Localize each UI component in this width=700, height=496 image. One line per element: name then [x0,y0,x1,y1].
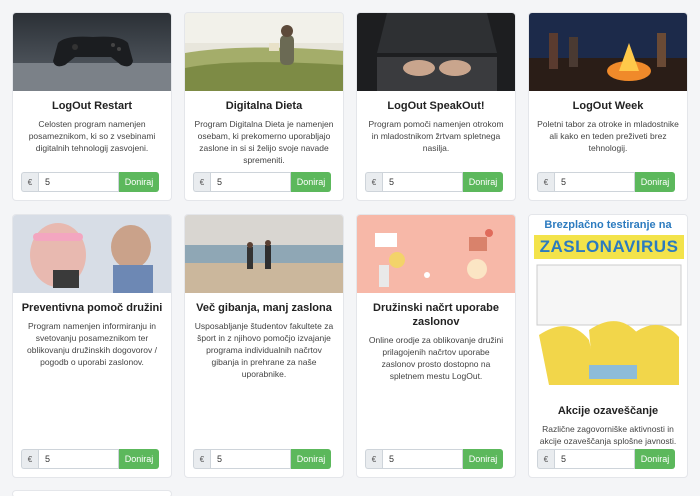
zaslonavirus-poster: Brezplačno testiranje na ZASLONAVIRUS [529,215,687,400]
donate-group: € Doniraj [529,449,687,477]
program-description: Usposabljanje študentov fakultete za špo… [194,321,334,379]
gamepad-photo [13,13,171,91]
donate-group: € Doniraj [357,172,515,200]
donate-button[interactable]: Doniraj [635,172,675,192]
donation-amount-input[interactable] [210,449,291,469]
program-card-logout-week: LogOut Week Poletni tabor za otroke in m… [528,12,688,201]
euro-addon: € [21,172,38,192]
program-card-vec-gibanja: Več gibanja, manj zaslona Usposabljanje … [184,214,344,478]
euro-addon: € [365,172,382,192]
program-description: Program pomoči namenjen otrokom in mlado… [368,119,504,153]
poster-heading: Brezplačno testiranje na [544,219,672,231]
program-description: Različne zagovorniške aktivnosti in akci… [539,424,677,446]
donate-group: € Doniraj [13,449,171,477]
donate-group: € Doniraj [185,172,343,200]
program-description: Program namenjen informiranju in svetova… [27,321,157,367]
beach-running-photo [185,215,343,293]
donate-group: € Doniraj [185,449,343,477]
program-description: Poletni tabor za otroke in mladostnike a… [537,119,679,153]
poster-title: ZASLONAVIRUS [534,235,684,259]
euro-addon: € [193,172,210,192]
program-grid-row2: Preventivna pomoč družini Program namenj… [12,214,688,478]
program-card-preventivna: Preventivna pomoč družini Program namenj… [12,214,172,478]
kids-tablet-photo [13,215,171,293]
euro-addon: € [537,449,554,469]
euro-addon: € [21,449,38,469]
donation-amount-input[interactable] [38,449,119,469]
program-card-akcije: Brezplačno testiranje na ZASLONAVIRUS Ak… [528,214,688,478]
program-description: Program Digitalna Dieta je namenjen oseb… [194,119,334,165]
meadow-reading-photo [185,13,343,91]
donate-group: € Doniraj [13,172,171,200]
program-card-logout-restart: LogOut Restart Celosten program namenjen… [12,12,172,201]
donation-amount-input[interactable] [554,172,635,192]
donate-button[interactable]: Doniraj [463,449,503,469]
donate-group: € Doniraj [529,172,687,200]
program-title: Družinski načrt uporabe zaslonov [373,302,499,328]
program-title: LogOut SpeakOut! [387,100,485,112]
program-card-logout-speakout: LogOut SpeakOut! Program pomoči namenjen… [356,12,516,201]
hands-laptop-photo [357,13,515,91]
euro-addon: € [537,172,554,192]
program-card-digitalna-dieta: Digitalna Dieta Program Digitalna Dieta … [184,12,344,201]
donate-button[interactable]: Doniraj [119,449,159,469]
euro-addon: € [365,449,382,469]
donation-amount-input[interactable] [38,172,119,192]
donation-amount-input[interactable] [554,449,635,469]
donate-button[interactable]: Doniraj [463,172,503,192]
donation-amount-input[interactable] [382,172,463,192]
program-title: LogOut Week [572,100,644,112]
donate-group: € Doniraj [357,449,515,477]
donate-button[interactable]: Doniraj [119,172,159,192]
program-title: Digitalna Dieta [225,100,303,112]
family-illustration [357,215,515,293]
donate-button[interactable]: Doniraj [291,172,331,192]
next-card-edge [12,490,172,496]
donation-amount-input[interactable] [382,449,463,469]
program-title: Več gibanja, manj zaslona [196,302,332,314]
euro-addon: € [193,449,210,469]
donate-button[interactable]: Doniraj [291,449,331,469]
program-title: Akcije ozaveščanje [557,405,659,417]
program-description: Online orodje za oblikovanje družini pri… [368,335,504,381]
program-title: LogOut Restart [51,100,133,112]
program-description: Celosten program namenjen posameznikom, … [28,119,156,153]
program-grid: LogOut Restart Celosten program namenjen… [12,12,688,201]
program-card-druzinski-nacrt: Družinski načrt uporabe zaslonov Online … [356,214,516,478]
donation-amount-input[interactable] [210,172,291,192]
program-title: Preventivna pomoč družini [21,302,163,314]
donate-button[interactable]: Doniraj [635,449,675,469]
campfire-photo [529,13,687,91]
